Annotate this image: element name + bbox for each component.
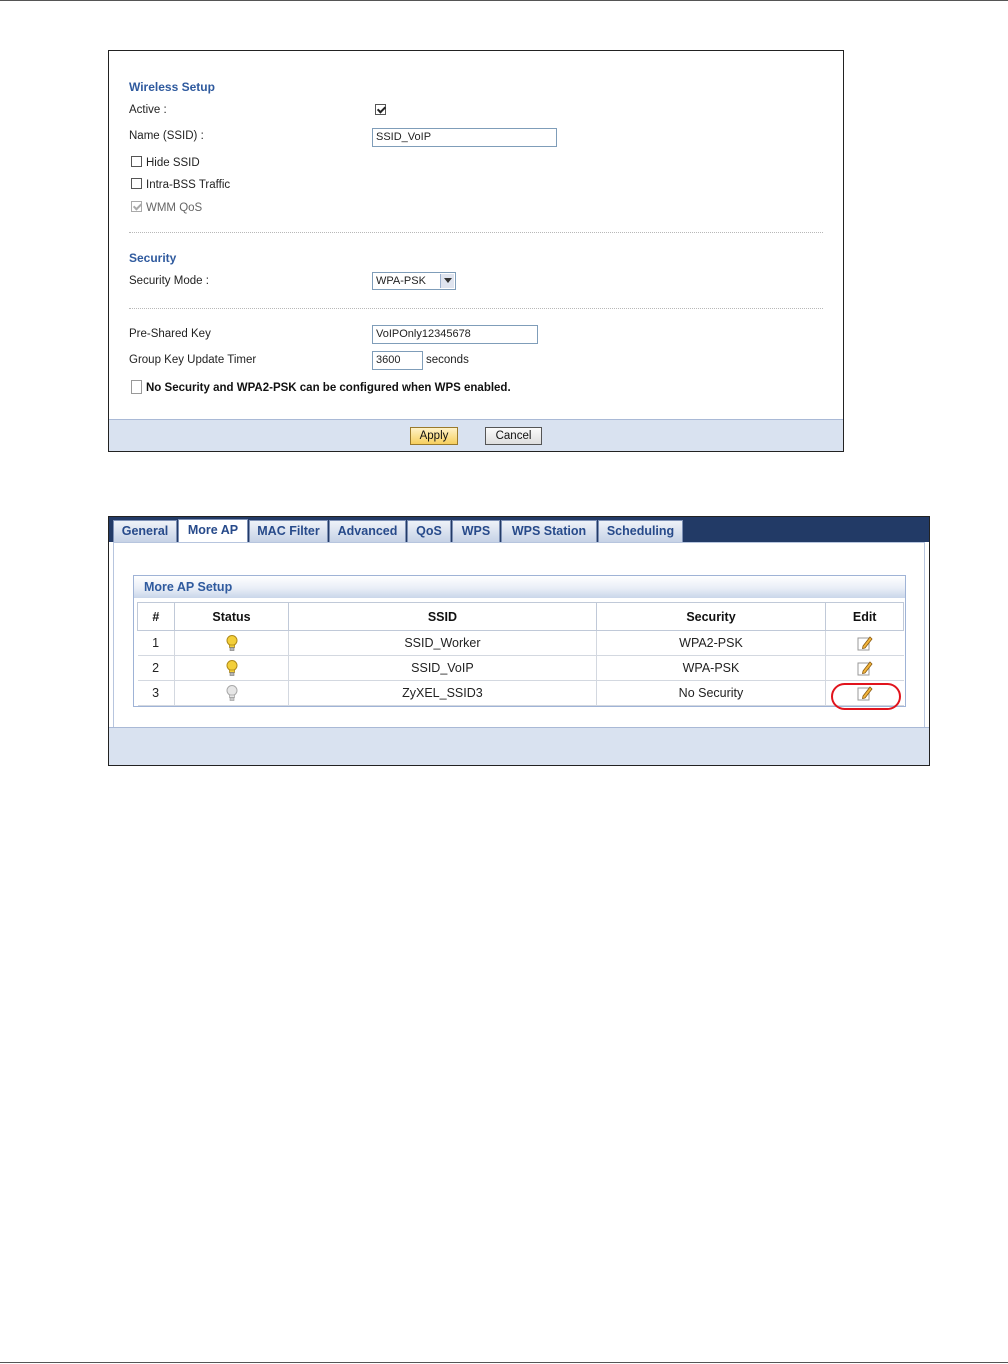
edit-cell	[825, 630, 904, 656]
column-header: Status	[173, 602, 290, 631]
status-cell	[174, 630, 290, 656]
ssid-cell: ZyXEL_SSID3	[288, 680, 597, 706]
tab-more-ap[interactable]: More AP	[178, 519, 248, 543]
security-cell: WPA2-PSK	[596, 630, 827, 656]
timer-unit: seconds	[426, 354, 469, 366]
status-cell	[174, 655, 290, 681]
tab-mac-filter[interactable]: MAC Filter	[249, 520, 328, 542]
tab-advanced[interactable]: Advanced	[329, 520, 406, 542]
security-cell: WPA-PSK	[596, 655, 827, 681]
active-label: Active :	[129, 104, 167, 116]
row-number: 3	[137, 680, 175, 706]
apply-button[interactable]: Apply	[410, 427, 458, 445]
row-number: 2	[137, 655, 175, 681]
column-header: SSID	[288, 602, 597, 631]
more-ap-setup-title: More AP Setup	[134, 576, 905, 598]
wmm-qos-checkbox	[131, 201, 142, 212]
ap-table: # Status SSID Security Edit 1 SSID_Worke…	[137, 602, 904, 706]
tab-scheduling[interactable]: Scheduling	[598, 520, 683, 542]
more-ap-panel: General More AP MAC Filter Advanced QoS …	[108, 516, 930, 766]
active-checkbox[interactable]	[375, 104, 386, 115]
divider	[129, 232, 823, 233]
ssid-cell: SSID_VoIP	[288, 655, 597, 681]
tab-general[interactable]: General	[113, 520, 177, 542]
wireless-setup-dialog: Wireless Setup Active : Name (SSID) : SS…	[108, 50, 844, 452]
note-icon	[131, 380, 142, 394]
tab-bar: General More AP MAC Filter Advanced QoS …	[109, 517, 929, 543]
column-header: Security	[595, 602, 827, 631]
divider	[129, 308, 823, 309]
edit-icon[interactable]	[857, 660, 873, 676]
security-mode-label: Security Mode :	[129, 275, 209, 287]
status-cell	[174, 680, 290, 706]
wmm-qos-label: WMM QoS	[146, 202, 203, 214]
timer-label: Group Key Update Timer	[129, 354, 257, 366]
row-number: 1	[137, 630, 175, 656]
ssid-cell: SSID_Worker	[288, 630, 597, 656]
table-row: 3 ZyXEL_SSID3 No Security	[137, 680, 904, 706]
security-title: Security	[129, 251, 177, 265]
bulb-on-icon	[226, 659, 237, 676]
cancel-button[interactable]: Cancel	[485, 427, 542, 445]
ssid-label: Name (SSID) :	[129, 130, 204, 142]
edit-highlight-callout	[831, 683, 901, 710]
tab-wps-station[interactable]: WPS Station	[501, 520, 597, 542]
hide-ssid-label: Hide SSID	[146, 157, 200, 169]
table-row: 1 SSID_Worker WPA2-PSK	[137, 630, 904, 656]
timer-input[interactable]: 3600	[372, 351, 423, 370]
psk-label: Pre-Shared Key	[129, 328, 211, 340]
table-header-row: # Status SSID Security Edit	[137, 602, 904, 631]
panel-footer	[109, 727, 929, 765]
psk-input[interactable]: VoIPOnly12345678	[372, 325, 538, 344]
security-mode-select[interactable]: WPA-PSK	[372, 272, 456, 290]
security-cell: No Security	[596, 680, 827, 706]
wireless-setup-title: Wireless Setup	[129, 80, 215, 94]
wps-note: No Security and WPA2-PSK can be configur…	[146, 382, 511, 394]
page-top-rule	[0, 0, 1008, 1]
bulb-off-icon	[226, 684, 237, 701]
intra-bss-checkbox[interactable]	[131, 178, 142, 189]
ssid-input[interactable]: SSID_VoIP	[372, 128, 557, 147]
intra-bss-label: Intra-BSS Traffic	[146, 179, 231, 191]
hide-ssid-checkbox[interactable]	[131, 156, 142, 167]
chevron-down-icon[interactable]	[440, 274, 454, 288]
security-mode-value: WPA-PSK	[376, 275, 426, 287]
column-header: #	[137, 602, 175, 631]
column-header: Edit	[825, 602, 904, 631]
tab-qos[interactable]: QoS	[407, 520, 451, 542]
page-bottom-rule	[0, 1362, 1008, 1363]
tab-wps[interactable]: WPS	[452, 520, 500, 542]
bulb-on-icon	[226, 634, 237, 651]
edit-cell	[825, 655, 904, 681]
table-row: 2 SSID_VoIP WPA-PSK	[137, 655, 904, 681]
dialog-footer: Apply Cancel	[109, 419, 843, 451]
more-ap-setup-box: More AP Setup # Status SSID Security Edi…	[133, 575, 906, 707]
edit-icon[interactable]	[857, 635, 873, 651]
